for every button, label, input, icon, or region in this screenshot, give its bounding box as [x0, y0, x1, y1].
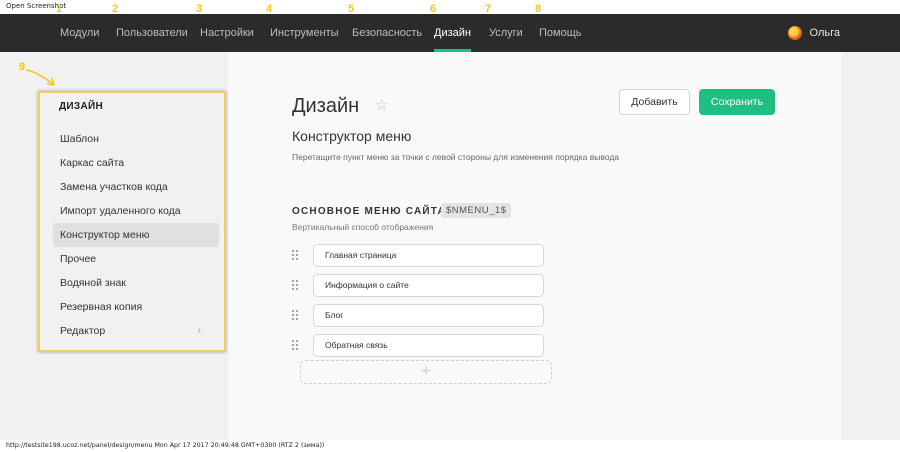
- nav-item-label: Модули: [60, 27, 100, 39]
- annotation-number: 3: [196, 3, 203, 15]
- nav-item-modules[interactable]: 1 Модули: [56, 3, 100, 52]
- add-button[interactable]: Добавить: [619, 89, 690, 115]
- nav-item-users[interactable]: 2 Пользователи: [112, 3, 188, 52]
- nav-item-services[interactable]: 7 Услуги: [485, 3, 523, 52]
- annotation-number: 7: [485, 3, 492, 15]
- nav-item-help[interactable]: 8 Помощь: [535, 3, 582, 52]
- annotation-number: 5: [348, 3, 355, 15]
- nav-item-tools[interactable]: 4 Инструменты: [266, 3, 339, 52]
- drag-handle-icon[interactable]: [290, 340, 300, 352]
- annotation-number: 6: [430, 3, 437, 15]
- section-description: Перетащите пункт меню за точки с левой с…: [292, 152, 620, 162]
- plus-icon: +: [421, 363, 431, 380]
- menu-item[interactable]: Главная страница: [313, 244, 544, 267]
- nav-item-settings[interactable]: 3 Настройки: [196, 3, 254, 52]
- sidebar-item-backup[interactable]: Резервная копия: [53, 295, 219, 319]
- sidebar-title: ДИЗАЙН: [59, 101, 104, 112]
- drag-handle-icon[interactable]: [290, 310, 300, 322]
- annotation-number: 4: [266, 3, 273, 15]
- nav-item-label: Инструменты: [270, 27, 339, 39]
- sidebar-item-other[interactable]: Прочее: [53, 247, 219, 271]
- chevron-right-icon: ›: [197, 325, 201, 336]
- star-icon[interactable]: ☆: [375, 96, 388, 114]
- nav-item-label: Безопасность: [352, 27, 423, 39]
- user-menu[interactable]: Ольга: [787, 14, 840, 52]
- sidebar-item-template[interactable]: Шаблон: [53, 127, 219, 151]
- annotation-number: 2: [112, 3, 119, 15]
- menu-item[interactable]: Блог: [313, 304, 544, 327]
- sidebar-item-editor[interactable]: Редактор ›: [53, 319, 219, 343]
- drag-handle-icon[interactable]: [290, 280, 300, 292]
- menu-item[interactable]: Информация о сайте: [313, 274, 544, 297]
- nav-item-label: Пользователи: [116, 27, 188, 39]
- nav-item-design[interactable]: 6 Дизайн: [430, 3, 471, 52]
- section-title: Конструктор меню: [292, 128, 412, 144]
- drag-handle-icon[interactable]: [290, 250, 300, 262]
- window-title: Open Screenshot: [0, 0, 900, 14]
- sidebar-item-site-frame[interactable]: Каркас сайта: [53, 151, 219, 175]
- nav-item-security[interactable]: 5 Безопасность: [348, 3, 423, 52]
- sidebar-item-menu-builder[interactable]: Конструктор меню: [53, 223, 219, 247]
- sidebar-item-label: Редактор: [60, 325, 106, 337]
- user-name: Ольга: [809, 27, 840, 39]
- annotation-number: 8: [535, 3, 542, 15]
- menu-item[interactable]: Обратная связь: [313, 334, 544, 357]
- nav-item-label: Услуги: [489, 27, 523, 39]
- top-navigation: 1 Модули 2 Пользователи 3 Настройки 4 Ин…: [0, 3, 900, 52]
- save-button[interactable]: Сохранить: [699, 89, 775, 115]
- avatar: [787, 26, 802, 40]
- nav-item-label: Дизайн: [434, 27, 471, 39]
- sidebar-item-code-replace[interactable]: Замена участков кода: [53, 175, 219, 199]
- page-title: Дизайн: [292, 95, 360, 117]
- annotation-arrow-icon: [25, 69, 55, 86]
- sidebar-item-watermark[interactable]: Водяной знак: [53, 271, 219, 295]
- annotation-number: 1: [56, 3, 63, 15]
- menu-subtitle: Вертикальный способ отображения: [292, 222, 434, 232]
- menu-name: ОСНОВНОЕ МЕНЮ САЙТА: [292, 206, 446, 217]
- right-gutter: [842, 52, 900, 440]
- menu-code-badge: $NMENU_1$: [441, 203, 512, 218]
- sidebar-item-remote-import[interactable]: Импорт удаленного кода: [53, 199, 219, 223]
- status-bar: http://testsite198.ucoz.net/panel/design…: [0, 440, 900, 452]
- nav-item-label: Настройки: [200, 27, 254, 39]
- nav-item-label: Помощь: [539, 27, 582, 39]
- add-menu-item-slot[interactable]: +: [300, 360, 552, 384]
